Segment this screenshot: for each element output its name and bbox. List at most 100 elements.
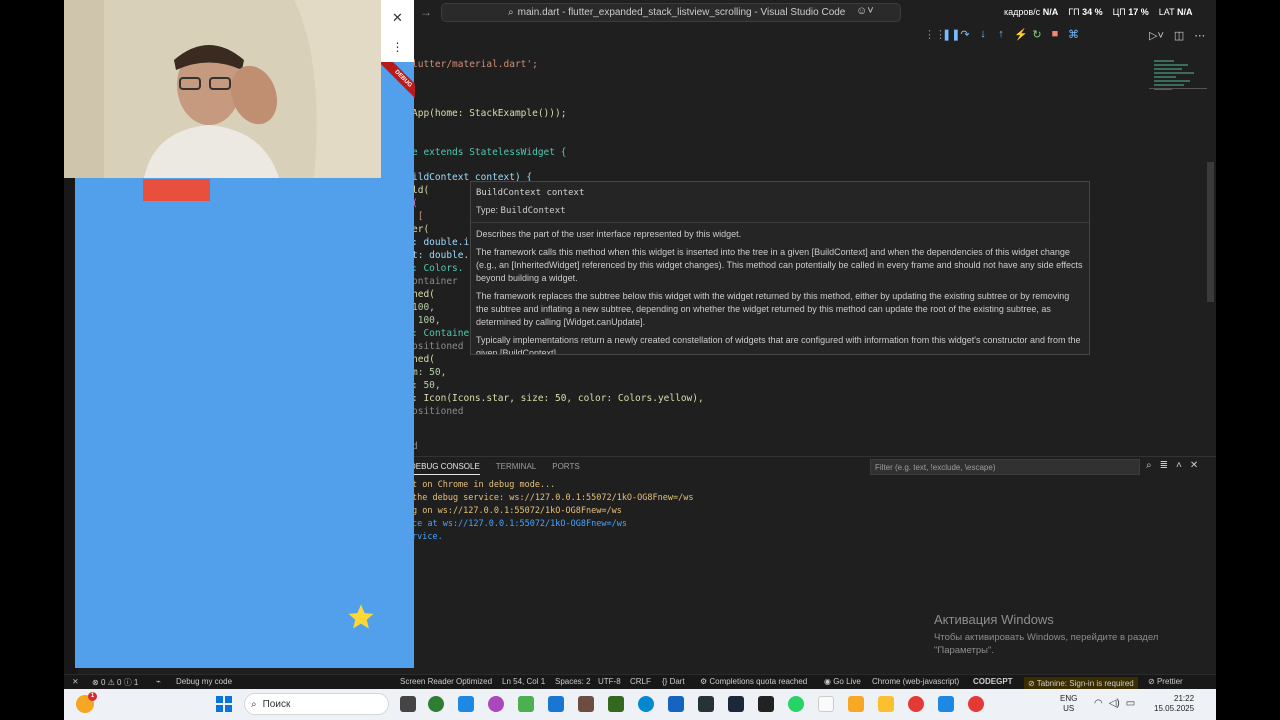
language-mode[interactable]: {} Dart [662,677,685,686]
forward-arrow-icon[interactable]: → [420,5,432,19]
step-over-icon[interactable]: ↷ [960,28,970,41]
notepad-icon[interactable] [818,696,834,712]
volume-icon[interactable]: ◁) [1109,698,1120,709]
run-debug-icon[interactable]: ▷˅ [1149,29,1164,42]
perf-label-cpu: ЦП [1112,7,1126,17]
screen-reader-mode[interactable]: Screen Reader Optimized [400,677,492,686]
app-icon[interactable] [458,696,474,712]
tab-ports[interactable]: PORTS [552,462,579,475]
search-icon: ⌕ [251,698,257,710]
problems-indicator[interactable]: ⊗ 0 ⚠ 0 ⓘ 1 [92,677,138,688]
hover-type-value: BuildContext [500,206,566,216]
stop-icon[interactable]: ■ [1050,28,1060,41]
step-into-icon[interactable]: ↓ [978,28,988,41]
cursor-position[interactable]: Ln 54, Col 1 [502,677,545,686]
find-icon[interactable]: ⌕ [1146,460,1152,471]
tab-debug-console[interactable]: DEBUG CONSOLE [410,462,480,475]
pause-icon[interactable]: ❚❚ [942,28,960,41]
minecraft-icon[interactable] [578,696,594,712]
maximize-panel-icon[interactable]: ˄ [1176,460,1182,471]
language-indicator[interactable]: ENG US [1060,694,1077,714]
console-line: the debug service: ws://127.0.0.1:55072/… [412,493,694,503]
system-tray: ◠ ◁) ▭ [1094,698,1135,709]
devtools-icon[interactable]: ⌘ [1068,28,1079,41]
overview-ruler [1149,88,1207,89]
editor-actions: ▷˅ ◫ ⋯ [1149,29,1205,42]
activation-text: Чтобы активировать Windows, перейдите в … [934,632,1159,656]
app-icon[interactable] [608,696,624,712]
hover-paragraph: Describes the part of the user interface… [476,229,742,239]
windows-start-icon[interactable] [216,696,232,712]
taskbar-search-label: Поиск [262,698,291,710]
folder-icon[interactable] [878,696,894,712]
close-panel-icon[interactable]: ✕ [1190,460,1198,471]
go-live-button[interactable]: ◉ Go Live [824,677,861,686]
clock[interactable]: 21:22 15.05.2025 [1154,694,1194,714]
console-line: t on Chrome in debug mode... [412,480,556,490]
code-line: er( [412,224,430,235]
perf-value-fps: N/A [1042,7,1059,17]
activation-title: Активация Windows [934,612,1054,627]
debug-config[interactable]: Debug my code [176,677,232,686]
indentation[interactable]: Spaces: 2 [555,677,591,686]
weather-widget-icon[interactable]: 1 [76,692,97,713]
store-icon[interactable] [548,696,564,712]
hover-paragraph: Typically implementations return a newly… [476,335,1081,355]
perf-label-gpu: ГП [1068,7,1080,17]
hot-reload-icon[interactable]: ⚡ [1014,28,1028,41]
encoding[interactable]: UTF-8 [598,677,621,686]
steam-icon[interactable] [728,696,744,712]
code-line: App(home: StackExample())); [412,108,567,119]
clock-date: 15.05.2025 [1154,704,1195,713]
wifi-icon[interactable]: ◠ [1094,698,1103,709]
perf-value-lat: N/A [1176,7,1193,17]
code-line: ositioned [412,341,464,352]
webcam-overlay [64,0,381,178]
windows-taskbar: 1 ⌕ Поиск ENG US ◠ ◁) ▭ 21:22 15.05.2025 [64,689,1216,720]
taskbar-search[interactable]: ⌕ Поиск [244,693,389,715]
screen: → ⌕ main.dart - flutter_expanded_stack_l… [64,0,1216,720]
codegpt-button[interactable]: CODEGPT [973,677,1013,686]
remote-icon[interactable]: ⨯ [72,677,79,686]
calculator-icon[interactable] [698,696,714,712]
search-icon: ⌕ [508,7,514,18]
task-view-icon[interactable] [400,696,416,712]
vscode-icon[interactable] [938,696,954,712]
editor-scrollbar[interactable] [1207,162,1214,302]
clear-console-icon[interactable]: ≣ [1160,460,1168,471]
split-editor-icon[interactable]: ◫ [1174,29,1184,42]
edge-icon[interactable] [638,696,654,712]
app-m-icon[interactable] [428,696,444,712]
whatsapp-icon[interactable] [788,696,804,712]
step-out-icon[interactable]: ↑ [996,28,1006,41]
hover-paragraph: The framework replaces the subtree below… [476,291,1070,327]
telegram-icon[interactable] [668,696,684,712]
tab-terminal[interactable]: TERMINAL [496,462,536,475]
more-actions-icon[interactable]: ⋯ [1194,29,1205,42]
performance-overlay: кадров/с N/A ГП 34 % ЦП 17 % LAT N/A [1004,7,1192,17]
prettier-status[interactable]: ⊘ Prettier [1148,677,1183,686]
star-icon [348,604,374,629]
file-explorer-icon[interactable] [848,696,864,712]
copilot-app-icon[interactable] [488,696,504,712]
chrome-icon[interactable] [908,696,924,712]
line-endings[interactable]: CRLF [630,677,651,686]
more-vert-icon[interactable]: ⋮ [381,40,414,54]
console-filter-input[interactable]: Filter (e.g. text, !exclude, \escape) [870,459,1140,475]
app-icon[interactable] [518,696,534,712]
copilot-icon[interactable]: ☺˅ [856,5,874,17]
chrome-active-icon[interactable] [968,696,984,712]
completions-quota[interactable]: ⚙ Completions quota reached [700,677,807,686]
app-icon[interactable] [758,696,774,712]
device-selector[interactable]: Chrome (web-javascript) [872,677,959,686]
battery-icon[interactable]: ▭ [1126,698,1135,709]
drag-handle-icon[interactable]: ⋮⋮ [924,28,946,41]
hover-paragraph: The framework calls this method when thi… [476,247,1083,283]
restart-icon[interactable]: ↻ [1032,28,1042,41]
command-center-search[interactable]: ⌕ main.dart - flutter_expanded_stack_lis… [441,3,901,22]
debug-config-icon[interactable]: ⌁ [156,677,161,686]
console-line: rvice. [412,532,443,542]
code-line: : Icon(Icons.star, size: 50, color: Colo… [412,393,704,404]
close-icon[interactable]: ✕ [381,10,414,26]
hover-tooltip: BuildContext context Type: BuildContext … [470,181,1090,355]
